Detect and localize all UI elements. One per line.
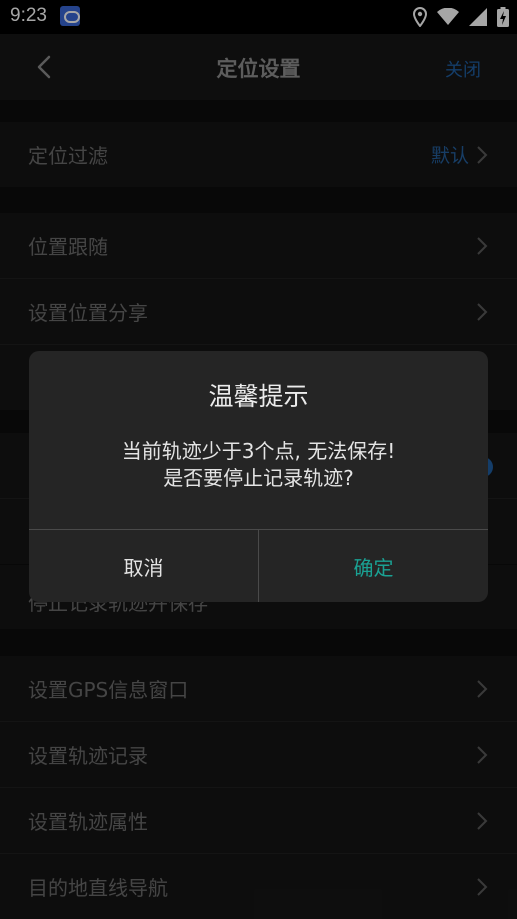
alert-dialog: 温馨提示 当前轨迹少于3个点, 无法保存! 是否要停止记录轨迹? 取消 确定 (29, 351, 488, 602)
cancel-button[interactable]: 取消 (29, 530, 258, 602)
dialog-message: 当前轨迹少于3个点, 无法保存! 是否要停止记录轨迹? (29, 438, 488, 492)
dialog-message-line1: 当前轨迹少于3个点, 无法保存! (121, 439, 396, 463)
dialog-message-line2: 是否要停止记录轨迹? (163, 466, 354, 490)
confirm-button[interactable]: 确定 (259, 530, 488, 602)
dialog-title: 温馨提示 (208, 382, 309, 411)
